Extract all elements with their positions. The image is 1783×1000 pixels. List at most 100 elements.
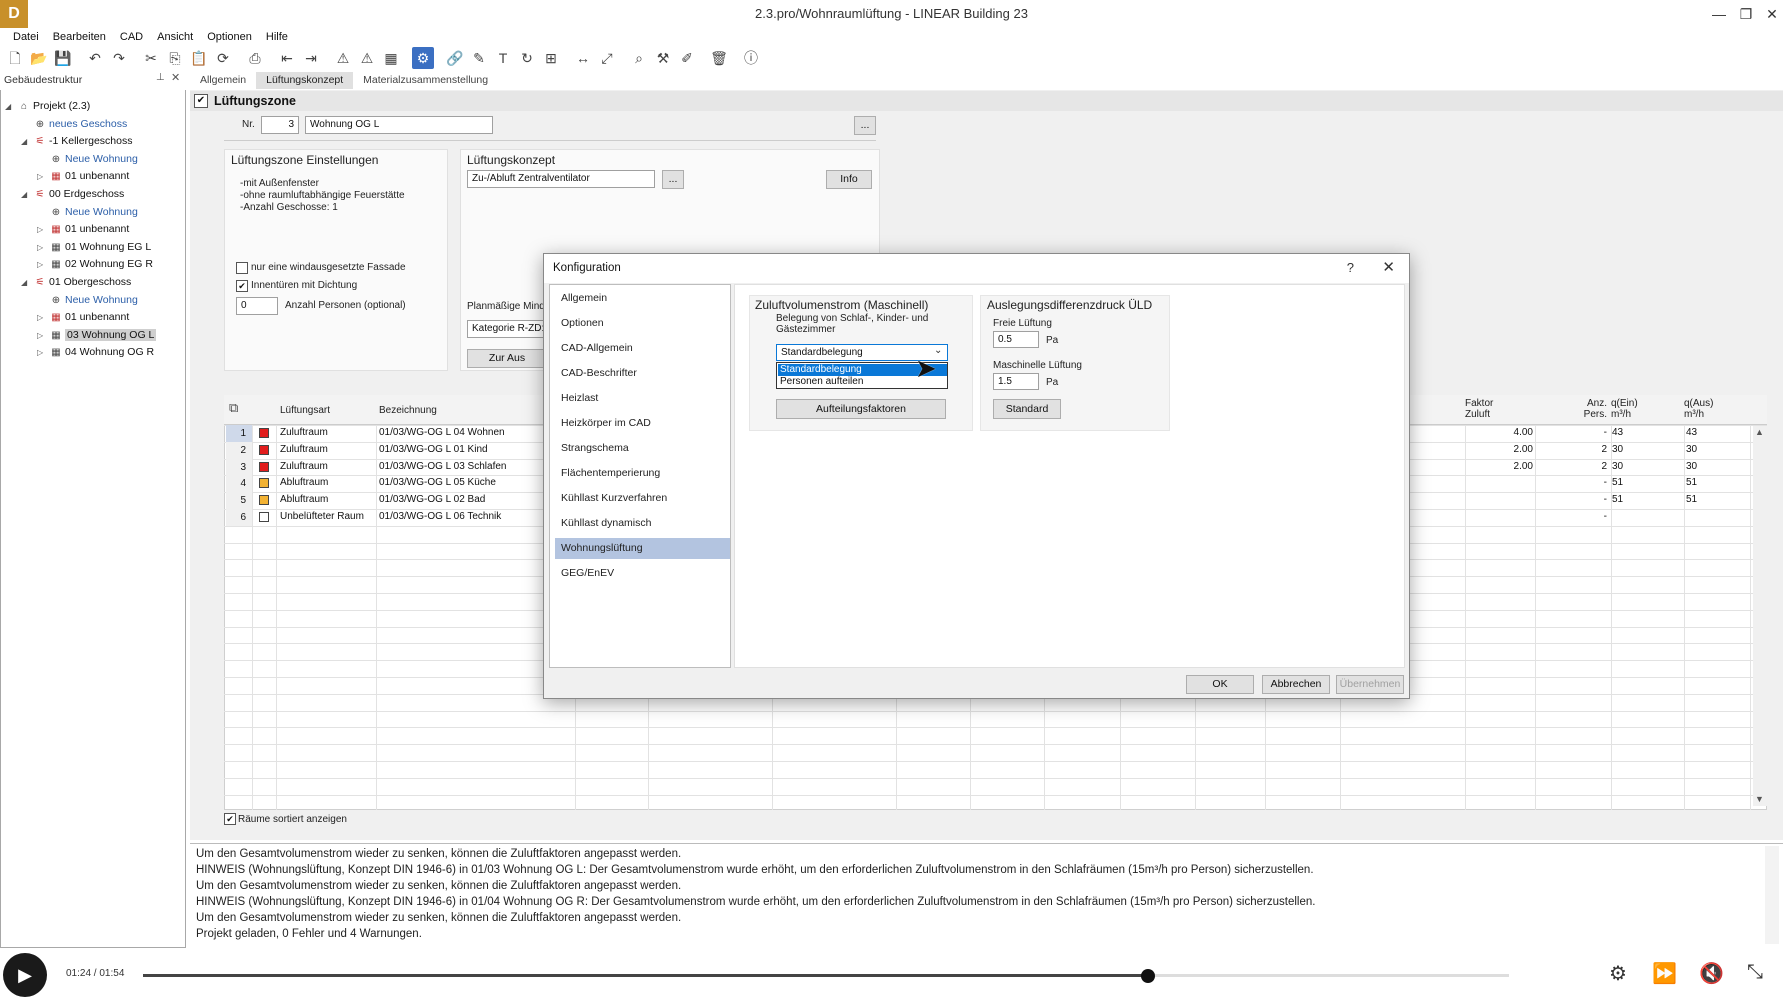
text-icon[interactable]: T (492, 47, 514, 69)
tree-node[interactable]: ▷ ▦ 03 Wohnung OG L (37, 327, 157, 344)
scroll-up-icon[interactable]: ▲ (1755, 427, 1764, 437)
speed-icon[interactable]: ⏩ (1652, 961, 1677, 986)
menu-cad[interactable]: CAD (113, 28, 150, 46)
innentueren-checkbox[interactable]: ✔ (236, 280, 248, 292)
standard-button[interactable]: Standard (993, 399, 1061, 419)
zone-more-button[interactable]: ... (854, 116, 876, 135)
tree-node[interactable]: ⊕ Neue Wohnung (37, 151, 138, 168)
tab-materialzusammenstellung[interactable]: Materialzusammenstellung (353, 72, 498, 89)
redo-icon[interactable]: ↷ (108, 47, 130, 69)
tree-node[interactable]: ▷ ▦ 01 unbenannt (37, 221, 129, 238)
tree-node[interactable]: ◢ ⌂ Projekt (2.3) (5, 98, 90, 115)
tree-node[interactable]: ▷ ▦ 01 unbenannt (37, 168, 129, 185)
nav-item[interactable]: Allgemein (555, 288, 730, 309)
tree-node[interactable]: ⊕ Neue Wohnung (37, 292, 138, 309)
tree-node[interactable]: ⊕ Neue Wohnung (37, 204, 138, 221)
pipette-icon[interactable]: ✐ (676, 47, 698, 69)
tree-node[interactable]: ◢ ⚟ -1 Kellergeschoss (21, 133, 132, 150)
info-icon[interactable]: ⓘ (740, 47, 762, 69)
copy-table-icon[interactable]: ⧉ (229, 400, 238, 416)
save-icon[interactable]: 💾 (52, 47, 74, 69)
ok-button[interactable]: OK (1186, 675, 1254, 694)
windexposed-checkbox[interactable] (236, 262, 248, 274)
expand-icon[interactable]: ▷ (37, 327, 47, 344)
app-logo-icon[interactable]: D (0, 0, 28, 28)
apply-button[interactable]: Übernehmen (1336, 675, 1404, 694)
tree-node[interactable]: ◢ ⚟ 01 Obergeschoss (21, 274, 131, 291)
menu-bearbeiten[interactable]: Bearbeiten (46, 28, 113, 46)
info-button[interactable]: Info (826, 170, 872, 189)
print-icon[interactable]: ⎙ (244, 47, 266, 69)
nav-item[interactable]: Optionen (555, 313, 730, 334)
col-faktor-zuluft[interactable]: Faktor Zuluft (1465, 398, 1493, 420)
nav-item[interactable]: CAD-Beschrifter (555, 363, 730, 384)
col-lueftungsart[interactable]: Lüftungsart (280, 405, 330, 416)
nav-item[interactable]: Kühllast Kurzverfahren (555, 488, 730, 509)
tools-icon[interactable]: ⚒ (652, 47, 674, 69)
aufteilungsfaktoren-button[interactable]: Aufteilungsfaktoren (776, 399, 946, 419)
resize-icon[interactable]: ⤢ (596, 47, 618, 69)
settings-icon[interactable]: ⚙ (1609, 961, 1627, 986)
undo-icon[interactable]: ↶ (84, 47, 106, 69)
menu-optionen[interactable]: Optionen (200, 28, 259, 46)
exit-fullscreen-icon[interactable]: ⤡ (1747, 961, 1763, 984)
new-file-icon[interactable]: 🗋 (4, 47, 26, 69)
search-icon[interactable]: ⌕ (628, 47, 650, 69)
expand-icon[interactable]: ◢ (21, 274, 31, 291)
nav-item[interactable]: Kühllast dynamisch (555, 513, 730, 534)
nr-field[interactable]: 3 (261, 116, 299, 134)
expand-icon[interactable]: ▷ (37, 256, 47, 273)
tree-node[interactable]: ⊕ neues Geschoss (21, 116, 127, 133)
expand-icon[interactable]: ▷ (37, 221, 47, 238)
help-icon[interactable]: ? (1347, 260, 1354, 275)
calculator-icon[interactable]: ▦ (380, 47, 402, 69)
zone-name-field[interactable]: Wohnung OG L (305, 116, 493, 134)
play-icon[interactable]: ▶ (3, 953, 47, 997)
minimize-icon[interactable]: — (1706, 4, 1732, 24)
refresh-icon[interactable]: ⟳ (212, 47, 234, 69)
delete-icon[interactable]: 🗑 (708, 47, 730, 69)
log-scrollbar[interactable] (1765, 846, 1779, 944)
paste-icon[interactable]: 📋 (188, 47, 210, 69)
menu-datei[interactable]: Datei (6, 28, 46, 46)
tree-node[interactable]: ▷ ▦ 02 Wohnung EG R (37, 256, 153, 273)
expand-icon[interactable]: ▷ (37, 309, 47, 326)
concept-field[interactable]: Zu-/Abluft Zentralventilator (467, 170, 655, 188)
close-icon[interactable]: ✕ (1759, 4, 1783, 24)
nav-item[interactable]: GEG/EnEV (555, 563, 730, 584)
link-icon[interactable]: 🔗 (444, 47, 466, 69)
tree-node[interactable]: ▷ ▦ 04 Wohnung OG R (37, 344, 154, 361)
hierarchy-icon[interactable]: ⊞ (540, 47, 562, 69)
cancel-button[interactable]: Abbrechen (1262, 675, 1330, 694)
export-icon[interactable]: ⇥ (300, 47, 322, 69)
kategorie-field[interactable]: Kategorie R-ZD: (467, 320, 547, 338)
nav-item[interactable]: Strangschema (555, 438, 730, 459)
tab-allgemein[interactable]: Allgemein (190, 72, 256, 89)
mech-pressure-field[interactable]: 1.5 (993, 373, 1039, 390)
free-pressure-field[interactable]: 0.5 (993, 331, 1039, 348)
menu-ansicht[interactable]: Ansicht (150, 28, 200, 46)
tree-node[interactable]: ▷ ▦ 01 Wohnung EG L (37, 239, 151, 256)
sorted-checkbox[interactable]: ✔ (224, 813, 236, 825)
pin-icon[interactable]: ⊥ (156, 72, 165, 83)
col-q-ein[interactable]: q(Ein) m³/h (1611, 398, 1638, 420)
zur-auslegung-button[interactable]: Zur Aus (467, 349, 547, 368)
expand-icon[interactable]: ◢ (21, 133, 31, 150)
col-q-aus[interactable]: q(Aus) m³/h (1684, 398, 1713, 420)
warning-icon[interactable]: ⚠ (332, 47, 354, 69)
warning-list-icon[interactable]: ⚠ (356, 47, 378, 69)
tab-lueftungskonzept[interactable]: Lüftungskonzept (256, 72, 354, 89)
table-scrollbar[interactable] (1753, 426, 1767, 806)
mute-icon[interactable]: 🔇 (1699, 961, 1724, 986)
nav-item[interactable]: CAD-Allgemein (555, 338, 730, 359)
panel-close-icon[interactable]: ✕ (171, 71, 180, 84)
copy-icon[interactable]: ⎘ (164, 47, 186, 69)
expand-icon[interactable]: ▷ (37, 239, 47, 256)
expand-icon[interactable]: ◢ (5, 98, 15, 115)
expand-icon[interactable]: ▷ (37, 344, 47, 361)
restore-icon[interactable]: ❐ (1733, 4, 1759, 24)
dimension-icon[interactable]: ↔ (572, 47, 594, 69)
col-anz-pers[interactable]: Anz. Pers. (1572, 398, 1607, 420)
expand-icon[interactable]: ▷ (37, 168, 47, 185)
zone-checkbox[interactable]: ✔ (194, 94, 208, 108)
